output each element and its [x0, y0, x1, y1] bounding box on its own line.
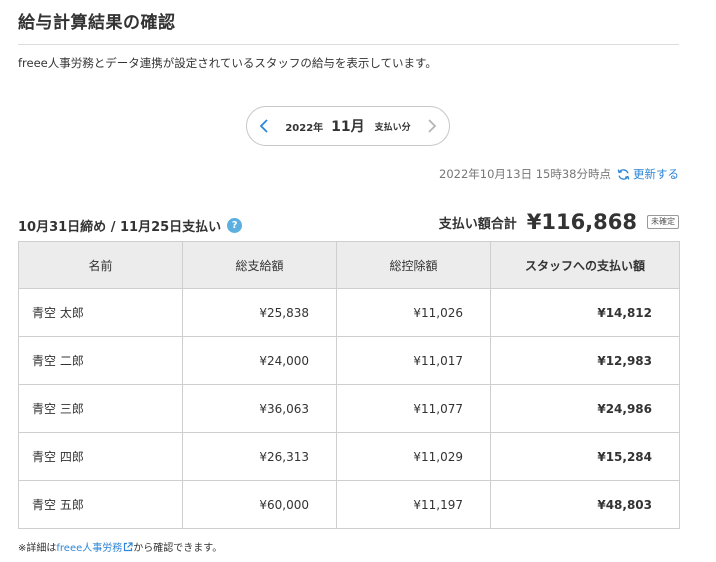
gross-pay: ¥25,838 [182, 288, 337, 337]
deduction: ¥11,017 [336, 336, 491, 385]
status-badge: 未確定 [647, 215, 679, 229]
title-divider [18, 44, 679, 45]
footnote-prefix: ※詳細は [18, 543, 57, 554]
net-pay: ¥24,986 [490, 384, 680, 433]
deduction: ¥11,077 [336, 384, 491, 433]
refresh-button[interactable]: 更新する [617, 166, 679, 182]
month-navigator: 2022年 11月 支払い分 [246, 106, 450, 146]
table-row: 青空 三郎 ¥36,063 ¥11,077 ¥24,986 [18, 384, 680, 433]
table-header-row: 名前 総支給額 総控除額 スタッフへの支払い額 [18, 241, 680, 289]
header-net-pay: スタッフへの支払い額 [490, 241, 680, 289]
table-row: 青空 四郎 ¥26,313 ¥11,029 ¥15,284 [18, 432, 680, 481]
freee-hr-link[interactable]: freee人事労務 [56, 539, 133, 554]
freee-hr-link-label: freee人事労務 [56, 543, 123, 554]
help-icon[interactable]: ? [227, 218, 243, 233]
period-suffix: 支払い分 [374, 122, 411, 133]
table-row: 青空 五郎 ¥60,000 ¥11,197 ¥48,803 [18, 480, 680, 529]
footnote-suffix: から確認できます。 [133, 543, 223, 554]
salary-table: 名前 総支給額 総控除額 スタッフへの支払い額 青空 太郎 ¥25,838 ¥1… [18, 241, 680, 529]
gross-pay: ¥26,313 [182, 432, 337, 481]
external-link-icon [124, 541, 133, 551]
header-gross-pay: 総支給額 [182, 241, 337, 289]
deduction: ¥11,029 [336, 432, 491, 481]
prev-month-button[interactable] [253, 115, 275, 137]
staff-name: 青空 三郎 [18, 384, 183, 433]
header-name: 名前 [18, 241, 183, 289]
pay-period-label: 10月31日締め / 11月25日支払い ? [18, 216, 243, 235]
table-row: 青空 太郎 ¥25,838 ¥11,026 ¥14,812 [18, 288, 680, 337]
staff-name: 青空 四郎 [18, 432, 183, 481]
pay-period-text: 10月31日締め / 11月25日支払い [18, 220, 222, 235]
staff-name: 青空 太郎 [18, 288, 183, 337]
gross-pay: ¥36,063 [182, 384, 337, 433]
table-row: 青空 二郎 ¥24,000 ¥11,017 ¥12,983 [18, 336, 680, 385]
net-pay: ¥14,812 [490, 288, 680, 337]
period-year: 2022年 [285, 122, 324, 134]
gross-pay: ¥60,000 [182, 480, 337, 529]
net-pay: ¥15,284 [490, 432, 680, 481]
period-month: 11月 [331, 119, 365, 135]
current-period: 2022年 11月 支払い分 [285, 107, 411, 145]
next-month-button[interactable] [421, 115, 443, 137]
header-deductions: 総控除額 [336, 241, 491, 289]
chevron-right-icon [428, 119, 437, 133]
net-pay: ¥48,803 [490, 480, 680, 529]
deduction: ¥11,026 [336, 288, 491, 337]
total-label: 支払い額合計 [438, 216, 517, 232]
update-row: 2022年10月13日 15時38分時点 更新する [439, 166, 679, 182]
staff-name: 青空 二郎 [18, 336, 183, 385]
staff-name: 青空 五郎 [18, 480, 183, 529]
payment-total: 支払い額合計 ¥116,868 未確定 [439, 210, 679, 234]
footnote: ※詳細は freee人事労務 から確認できます。 [18, 539, 222, 554]
chevron-left-icon [259, 119, 268, 133]
total-amount: ¥116,868 [526, 210, 637, 234]
deduction: ¥11,197 [336, 480, 491, 529]
net-pay: ¥12,983 [490, 336, 680, 385]
refresh-label: 更新する [633, 167, 679, 181]
page-title: 給与計算結果の確認 [18, 13, 176, 33]
last-updated-timestamp: 2022年10月13日 15時38分時点 [439, 167, 611, 181]
refresh-icon [617, 168, 630, 180]
page-description: freee人事労務とデータ連携が設定されているスタッフの給与を表示しています。 [18, 56, 437, 70]
gross-pay: ¥24,000 [182, 336, 337, 385]
